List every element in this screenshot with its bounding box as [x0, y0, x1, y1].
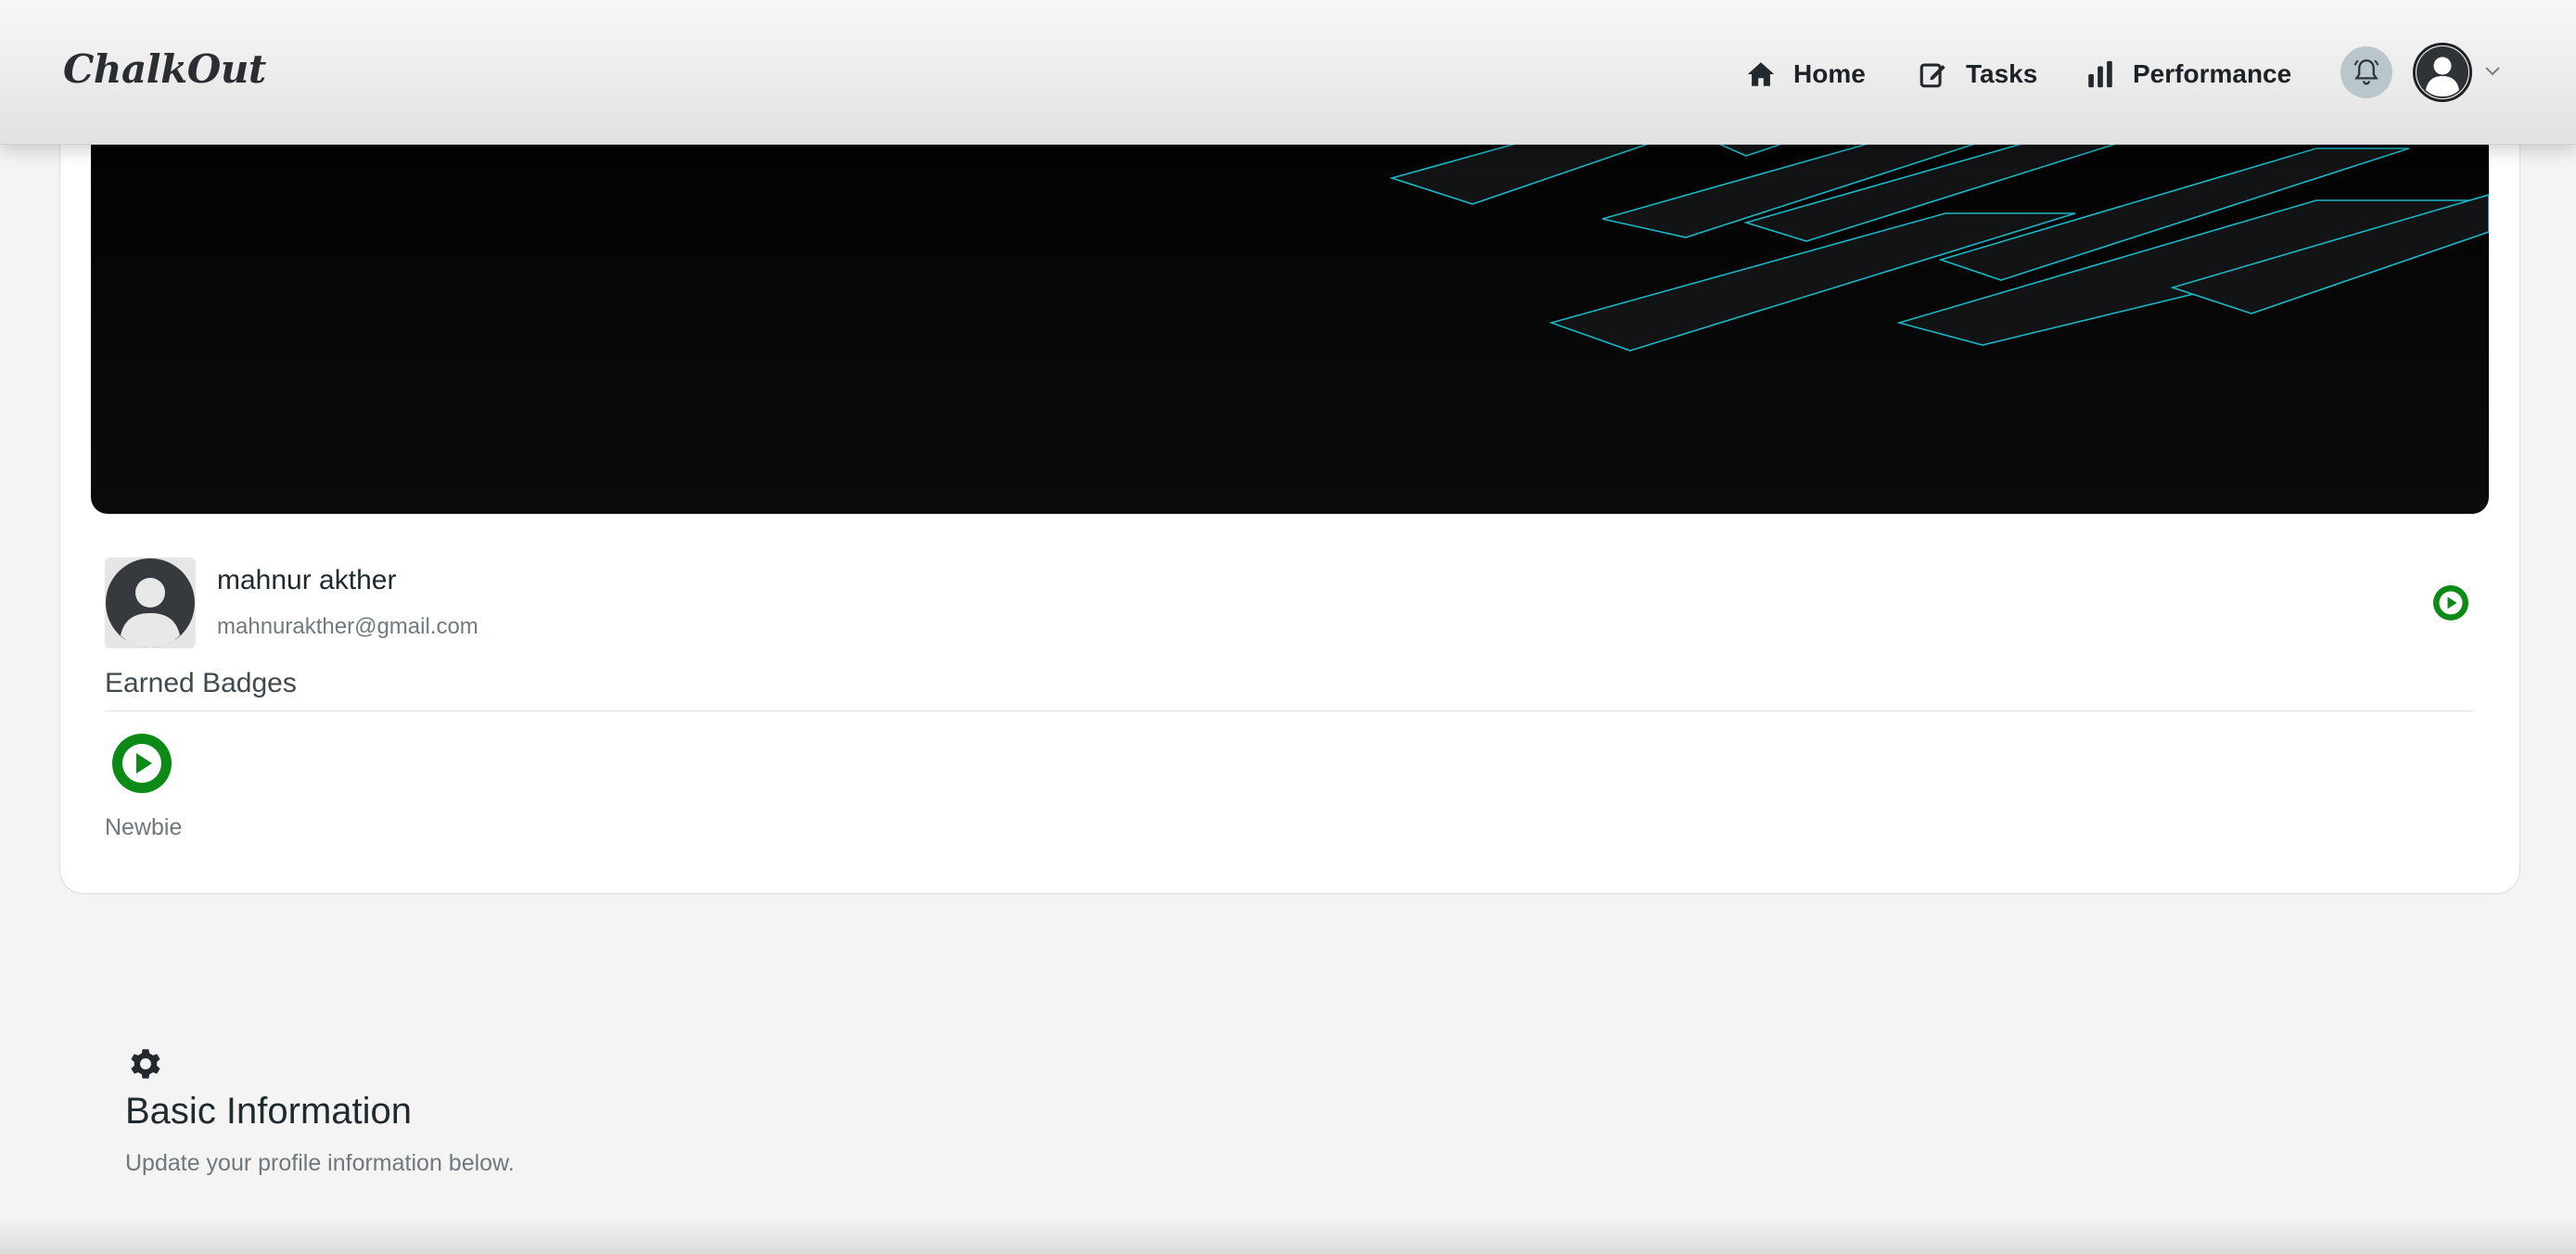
user-avatar-icon	[2417, 46, 2468, 98]
user-avatar-icon	[105, 557, 196, 648]
gear-icon	[131, 1049, 160, 1079]
basic-information-heading: Basic Information	[125, 1091, 413, 1132]
nav-performance[interactable]: Performance	[2085, 52, 2291, 96]
app-logo[interactable]: ChalkOut	[63, 46, 266, 92]
notifications-button[interactable]	[2340, 46, 2392, 98]
badges-divider	[105, 710, 2473, 711]
form-panel-edge	[0, 1217, 2576, 1254]
earned-badges-heading: Earned Badges	[105, 668, 297, 698]
play-circle-icon[interactable]	[2432, 584, 2469, 621]
profile-name: mahnur akther	[217, 565, 397, 595]
edit-icon	[1919, 63, 1945, 88]
bar-chart-icon	[2088, 60, 2112, 88]
nav-performance-label: Performance	[2133, 59, 2292, 88]
account-avatar-button[interactable]	[2413, 43, 2472, 102]
profile-email: mahnurakther@gmail.com	[217, 614, 478, 639]
nav-home-label: Home	[1793, 59, 1866, 88]
banner-pattern	[1389, 111, 2489, 352]
nav-tasks-label: Tasks	[1966, 59, 2038, 88]
nav-tasks[interactable]: Tasks	[1918, 52, 2037, 96]
top-navbar: ChalkOut Home Tasks Performance	[0, 0, 2576, 145]
chevron-down-icon[interactable]	[2481, 59, 2504, 82]
nav-home[interactable]: Home	[1745, 52, 1866, 96]
profile-banner	[91, 111, 2489, 514]
home-icon	[1747, 62, 1775, 86]
badge-label-newbie: Newbie	[105, 814, 183, 840]
basic-information-subtitle: Update your profile information below.	[125, 1150, 515, 1176]
profile-avatar[interactable]	[105, 557, 196, 648]
bell-icon	[2353, 59, 2379, 85]
play-circle-icon[interactable]	[111, 733, 172, 794]
